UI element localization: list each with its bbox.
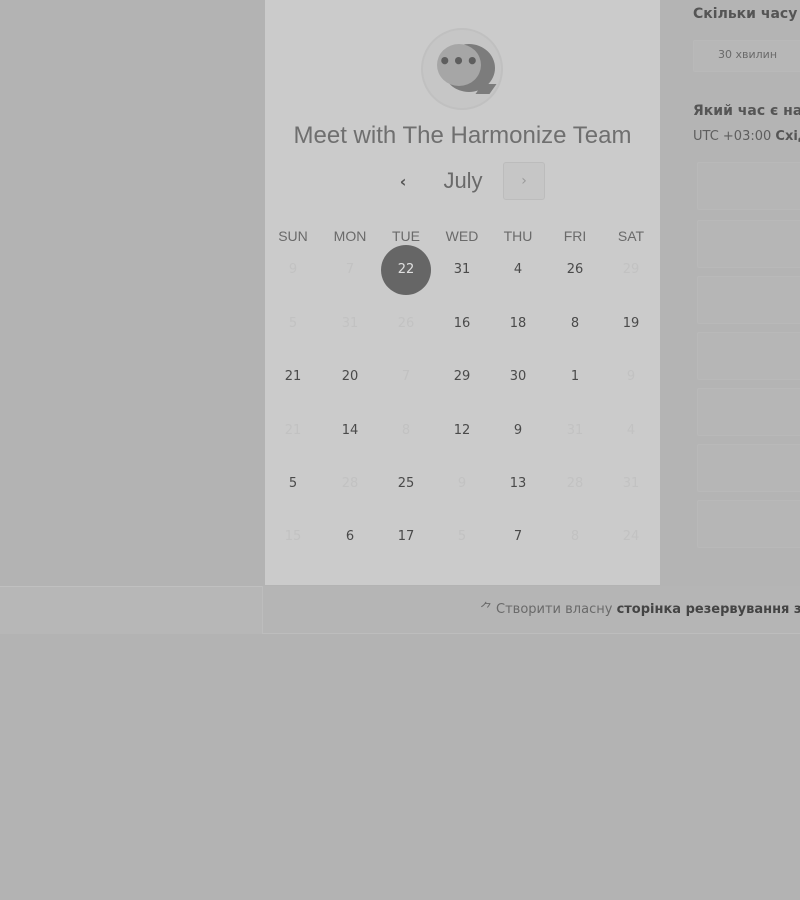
timeslot-button[interactable]: [697, 332, 800, 380]
calendar-day[interactable]: 7: [493, 512, 543, 562]
timezone-name: Схід: [775, 129, 800, 144]
weekday-header: SUN MON TUE WED THU FRI SAT: [265, 228, 660, 244]
timeslot-button[interactable]: [697, 276, 800, 324]
calendar-day[interactable]: 1: [550, 352, 600, 402]
calendar-day[interactable]: 13: [493, 459, 543, 509]
footer-text-bold: сторінка резервування зуст: [616, 602, 800, 617]
calendar-day: 24: [622, 529, 640, 544]
calendar-day: 5: [288, 316, 298, 331]
calendar-day: 9: [626, 369, 636, 384]
timeslot-question: Який час є на: [693, 103, 800, 119]
calendar-day[interactable]: 30: [493, 352, 543, 402]
weekday-label: SUN: [278, 228, 308, 244]
calendar-day[interactable]: 21: [268, 352, 318, 402]
calendar-day[interactable]: 20: [325, 352, 375, 402]
duration-question: Скільки часу: [693, 6, 798, 22]
calendar-day: 31: [622, 476, 640, 491]
timezone-selector[interactable]: UTC +03:00 Схід: [693, 129, 800, 144]
duration-select-value: 30 хвилин: [718, 48, 778, 61]
weekday-label: WED: [445, 228, 479, 244]
calendar-day: 21: [284, 423, 302, 438]
calendar-day: 26: [397, 316, 415, 331]
sprout-icon: ⺈: [480, 602, 494, 617]
calendar-day: 31: [341, 316, 359, 331]
weekday-label: SAT: [617, 228, 645, 244]
timeslot-button[interactable]: [697, 220, 800, 268]
calendar-day[interactable]: 9: [493, 406, 543, 456]
calendar-day: 15: [284, 529, 302, 544]
chat-bubble-logo-icon: •••: [421, 28, 503, 110]
month-label: July: [443, 168, 483, 193]
timeslot-button[interactable]: [697, 500, 800, 548]
timeslot-button[interactable]: [697, 388, 800, 436]
calendar-day[interactable]: 5: [268, 459, 318, 509]
next-month-button[interactable]: ›: [503, 162, 545, 200]
calendar-day[interactable]: 18: [493, 299, 543, 349]
timezone-offset: UTC +03:00: [693, 129, 772, 144]
page-title: Meet with The Harmonize Team: [293, 122, 632, 149]
footer-text-prefix: Створити власну: [496, 602, 613, 617]
calendar-day[interactable]: 17: [381, 512, 431, 562]
calendar-day[interactable]: 31: [437, 245, 487, 295]
calendar-day[interactable]: 8: [550, 299, 600, 349]
calendar-day: 7: [401, 369, 411, 384]
calendar-day: 5: [457, 529, 467, 544]
calendar-day: 7: [345, 262, 355, 277]
timeslot-button[interactable]: [697, 162, 800, 210]
calendar-day[interactable]: 4: [493, 245, 543, 295]
calendar-day: 8: [401, 423, 411, 438]
calendar-day: 9: [457, 476, 467, 491]
weekday-label: THU: [503, 228, 533, 244]
calendar-day: 29: [622, 262, 640, 277]
footer-link[interactable]: ⺈ Створити власну сторінка резервування з…: [480, 598, 800, 617]
calendar-day[interactable]: 25: [381, 459, 431, 509]
calendar-day[interactable]: 19: [606, 299, 656, 349]
calendar-day[interactable]: 12: [437, 406, 487, 456]
calendar-day[interactable]: 6: [325, 512, 375, 562]
calendar-day: 9: [288, 262, 298, 277]
calendar-day[interactable]: 29: [437, 352, 487, 402]
calendar-day: 28: [341, 476, 359, 491]
calendar-day[interactable]: 26: [550, 245, 600, 295]
weekday-label: MON: [333, 228, 367, 244]
calendar-day: 31: [566, 423, 584, 438]
weekday-label: FRI: [563, 228, 587, 244]
prev-month-button[interactable]: ‹: [391, 170, 415, 194]
calendar-day: 8: [570, 529, 580, 544]
ellipsis-icon: •••: [438, 49, 480, 73]
weekday-label: TUE: [392, 228, 420, 244]
calendar-day: 28: [566, 476, 584, 491]
selected-day[interactable]: 22: [381, 245, 431, 295]
calendar-day: 4: [626, 423, 636, 438]
calendar-day[interactable]: 14: [325, 406, 375, 456]
calendar-card: ••• Meet with The Harmonize Team ‹ July …: [265, 0, 660, 585]
calendar-day[interactable]: 16: [437, 299, 487, 349]
timeslot-button[interactable]: [697, 444, 800, 492]
